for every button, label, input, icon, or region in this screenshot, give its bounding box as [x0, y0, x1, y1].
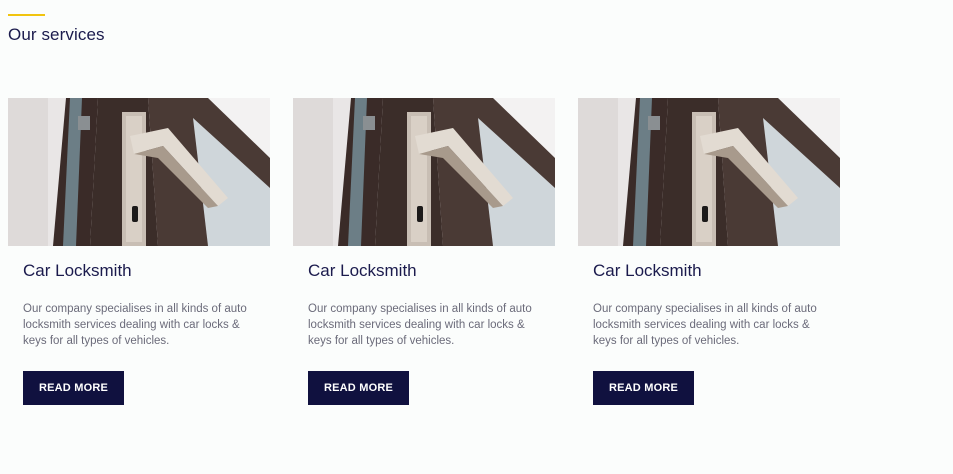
service-card: Car Locksmith Our company specialises in… — [293, 98, 555, 428]
card-title: Car Locksmith — [23, 261, 132, 280]
section-title: Our services — [8, 25, 105, 44]
card-title: Car Locksmith — [308, 261, 417, 280]
read-more-button[interactable]: READ MORE — [593, 371, 694, 405]
card-description: Our company specialises in all kinds of … — [593, 303, 817, 347]
door-handle-image — [293, 98, 555, 246]
door-handle-image — [578, 98, 840, 246]
door-handle-image — [8, 98, 270, 246]
card-title: Car Locksmith — [593, 261, 702, 280]
read-more-button[interactable]: READ MORE — [23, 371, 124, 405]
card-description: Our company specialises in all kinds of … — [308, 303, 532, 347]
read-more-button[interactable]: READ MORE — [308, 371, 409, 405]
title-accent-line — [8, 14, 45, 16]
service-card: Car Locksmith Our company specialises in… — [578, 98, 840, 428]
service-card: Car Locksmith Our company specialises in… — [8, 98, 270, 428]
services-section: Our services Car Locksmith Our company s… — [0, 0, 953, 474]
card-description: Our company specialises in all kinds of … — [23, 303, 247, 347]
